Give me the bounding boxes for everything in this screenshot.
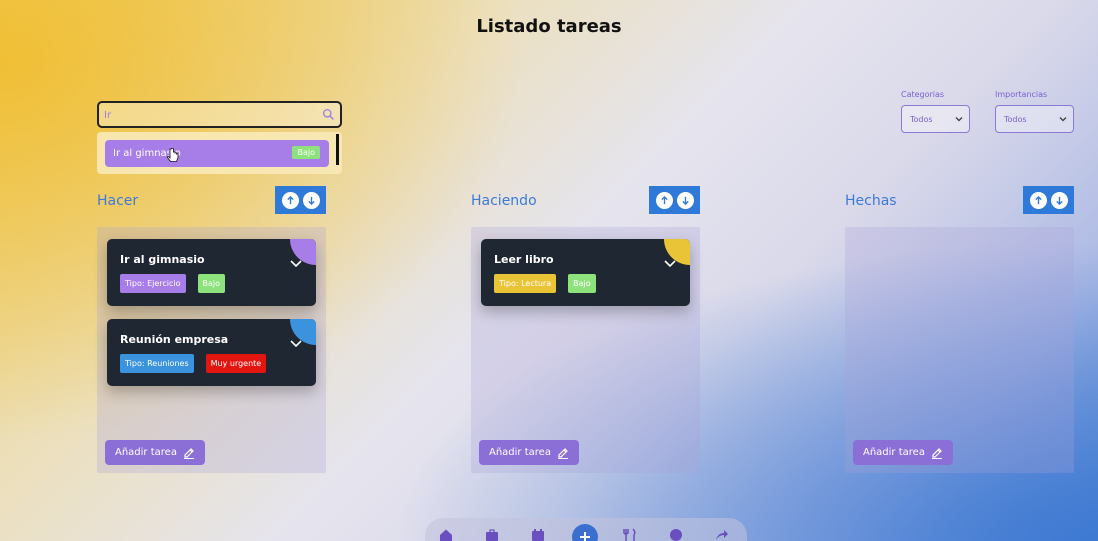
add-task-label: Añadir tarea <box>489 447 551 458</box>
suggestion-item[interactable]: Ir al gimnasio Bajo <box>105 140 329 167</box>
sort-down-button[interactable] <box>302 191 320 209</box>
arrow-up-icon <box>1034 195 1042 204</box>
sort-up-button[interactable] <box>655 191 673 209</box>
add-task-button[interactable]: Añadir tarea <box>105 440 205 465</box>
task-priority-tag: Muy urgente <box>205 354 267 373</box>
task-card[interactable]: Ir al gimnasio Tipo: Ejercicio Bajo <box>107 239 316 306</box>
add-task-button[interactable]: Añadir tarea <box>479 440 579 465</box>
arrow-down-icon <box>1055 196 1063 205</box>
sort-controls <box>1023 186 1074 214</box>
sort-up-button[interactable] <box>281 191 299 209</box>
suggestion-priority-badge: Bajo <box>292 146 320 159</box>
nav-add-button[interactable] <box>572 524 598 541</box>
add-task-label: Añadir tarea <box>115 447 177 458</box>
task-type-tag: Tipo: Lectura <box>494 274 557 293</box>
sort-down-button[interactable] <box>676 191 694 209</box>
task-priority-tag: Bajo <box>197 274 226 293</box>
column-title-hacer: Hacer <box>97 193 139 209</box>
categories-filter: Categorias Todos <box>901 90 970 133</box>
bottom-nav <box>425 518 747 541</box>
user-icon[interactable] <box>669 528 683 541</box>
search-suggestions: Ir al gimnasio Bajo <box>97 132 342 174</box>
arrow-up-icon <box>286 195 294 204</box>
categories-select[interactable]: Todos <box>901 105 970 133</box>
page-title: Listado tareas <box>476 16 622 37</box>
task-card[interactable]: Reunión empresa Tipo: Reuniones Muy urge… <box>107 319 316 386</box>
column-title-hechas: Hechas <box>845 193 897 209</box>
importance-select[interactable]: Todos <box>995 105 1074 133</box>
chevron-down-icon <box>955 117 963 122</box>
edit-icon <box>557 447 568 459</box>
add-task-label: Añadir tarea <box>863 447 925 458</box>
sort-controls <box>275 186 326 214</box>
chevron-down-icon[interactable] <box>290 339 302 349</box>
column-lane-haciendo: Leer libro Tipo: Lectura Bajo Añadir tar… <box>471 227 700 473</box>
calendar-icon[interactable] <box>531 528 545 541</box>
column-title-haciendo: Haciendo <box>471 193 537 209</box>
sort-controls <box>649 186 700 214</box>
task-type-tag: Tipo: Ejercicio <box>120 274 186 293</box>
search-icon[interactable] <box>322 108 335 121</box>
importance-filter: Importancias Todos <box>995 90 1074 133</box>
arrow-down-icon <box>307 196 315 205</box>
home-icon[interactable] <box>439 528 453 541</box>
task-priority-tag: Bajo <box>568 274 596 293</box>
task-type-tag: Tipo: Reuniones <box>120 354 194 373</box>
search-input[interactable] <box>104 106 314 124</box>
briefcase-icon[interactable] <box>485 528 499 541</box>
share-icon[interactable] <box>715 528 729 541</box>
arrow-up-icon <box>660 195 668 204</box>
chevron-down-icon <box>1059 117 1067 122</box>
importance-selected: Todos <box>1004 115 1027 124</box>
column-lane-hechas: Añadir tarea <box>845 227 1074 473</box>
edit-icon <box>183 447 194 459</box>
column-lane-hacer: Ir al gimnasio Tipo: Ejercicio Bajo Reun… <box>97 227 326 473</box>
categories-label: Categorias <box>901 90 945 99</box>
utensils-icon[interactable] <box>623 528 637 541</box>
task-title: Leer libro <box>494 253 554 266</box>
task-title: Ir al gimnasio <box>120 253 205 266</box>
suggestions-scrollbar[interactable] <box>336 134 339 165</box>
chevron-down-icon[interactable] <box>290 259 302 269</box>
hand-cursor-icon <box>167 148 179 162</box>
edit-icon <box>931 447 942 459</box>
plus-icon <box>580 532 590 541</box>
arrow-down-icon <box>681 196 689 205</box>
search-box[interactable] <box>97 101 342 128</box>
task-card[interactable]: Leer libro Tipo: Lectura Bajo <box>481 239 690 306</box>
categories-selected: Todos <box>910 115 933 124</box>
chevron-down-icon[interactable] <box>664 259 676 269</box>
sort-down-button[interactable] <box>1050 191 1068 209</box>
task-title: Reunión empresa <box>120 333 229 346</box>
add-task-button[interactable]: Añadir tarea <box>853 440 953 465</box>
sort-up-button[interactable] <box>1029 191 1047 209</box>
importance-label: Importancias <box>995 90 1048 99</box>
